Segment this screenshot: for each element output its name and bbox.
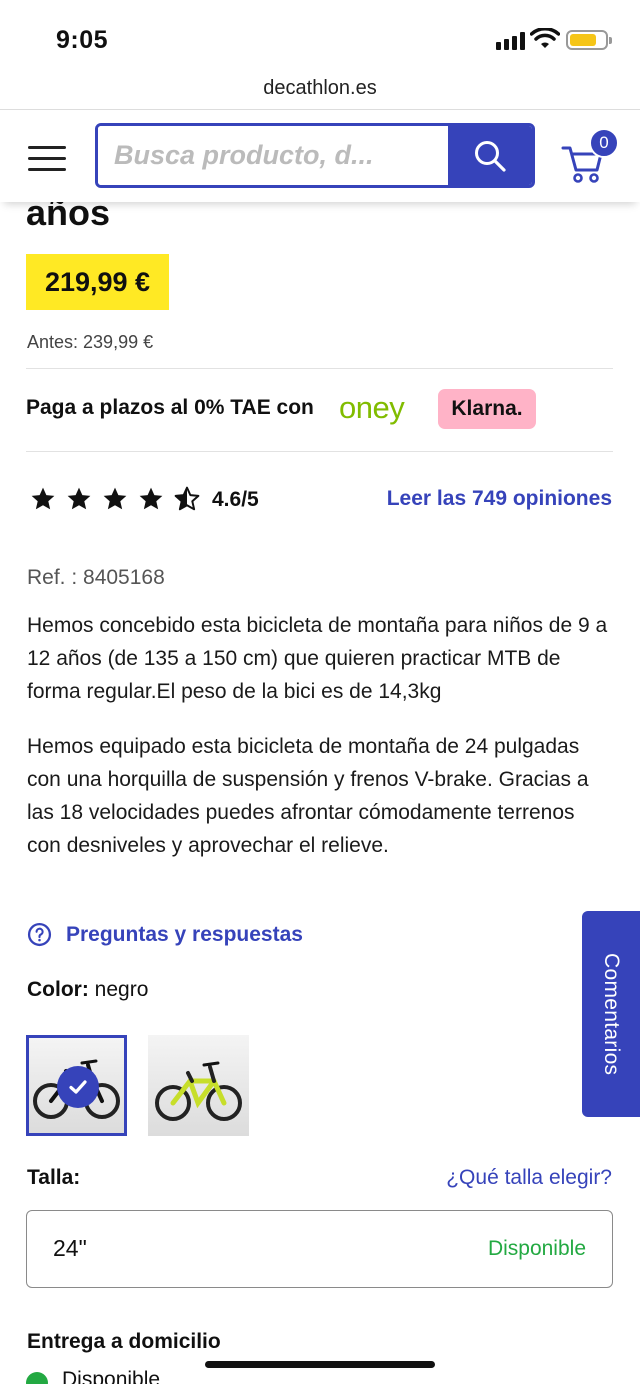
menu-icon[interactable]	[28, 146, 66, 172]
status-time: 9:05	[56, 26, 109, 54]
availability-dot-icon	[26, 1372, 48, 1384]
star-half-icon	[174, 486, 200, 511]
search-input[interactable]	[98, 126, 450, 185]
rating-stars	[30, 486, 200, 512]
help-icon	[27, 922, 52, 947]
status-bar: 9:05	[0, 0, 640, 70]
previous-price: Antes: 239,99 €	[27, 332, 154, 352]
divider	[26, 368, 613, 369]
size-value: 24"	[53, 1235, 87, 1261]
address-bar[interactable]: decathlon.es	[0, 70, 640, 110]
product-reference: Ref. : 8405168	[27, 566, 165, 589]
battery-icon	[566, 30, 612, 50]
feedback-tab[interactable]: Comentarios	[582, 911, 640, 1117]
search-bar	[95, 123, 535, 188]
color-swatch-black[interactable]	[26, 1035, 127, 1136]
klarna-logo[interactable]: Klarna.	[438, 389, 536, 429]
search-icon	[475, 140, 506, 172]
star-icon	[67, 487, 91, 510]
wifi-icon	[530, 28, 560, 48]
bike-yellow-image	[155, 1061, 242, 1121]
installments-text: Paga a plazos al 0% TAE con	[26, 396, 314, 419]
home-indicator[interactable]	[205, 1361, 435, 1368]
color-value: negro	[94, 978, 149, 1001]
cart-count-badge: 0	[589, 128, 619, 158]
star-icon	[31, 487, 55, 510]
cart-button[interactable]: 0	[561, 128, 621, 184]
description-paragraph: Hemos equipado esta bicicleta de montaña…	[27, 735, 589, 857]
color-selector-label: Color: negro	[27, 978, 148, 1002]
reviews-link[interactable]: Leer las 749 opiniones	[387, 487, 612, 511]
size-availability: Disponible	[487, 1237, 586, 1260]
size-guide-link[interactable]: ¿Qué talla elegir?	[446, 1166, 612, 1190]
size-label: Talla:	[27, 1166, 81, 1189]
signal-icon	[496, 32, 525, 50]
feedback-tab-label: Comentarios	[600, 952, 623, 1076]
star-icon	[103, 487, 127, 510]
color-swatch-yellow[interactable]	[148, 1035, 249, 1136]
divider	[26, 451, 613, 452]
description-paragraph: Hemos concebido esta bicicleta de montañ…	[27, 614, 608, 703]
star-icon	[139, 487, 163, 510]
search-button[interactable]	[448, 126, 532, 185]
oney-logo[interactable]: oney	[339, 390, 405, 426]
qa-link-label: Preguntas y respuestas	[66, 922, 303, 946]
delivery-status: Disponible	[62, 1368, 161, 1384]
rating-score: 4.6/5	[212, 488, 259, 511]
price-tag: 219,99 €	[26, 254, 169, 310]
color-label: Color:	[27, 978, 89, 1001]
selected-check-icon	[57, 1066, 99, 1108]
size-select[interactable]: 24" Disponible	[26, 1210, 613, 1288]
site-header: 0	[0, 110, 640, 202]
delivery-title: Entrega a domicilio	[27, 1330, 221, 1353]
qa-link[interactable]: Preguntas y respuestas	[27, 922, 303, 947]
